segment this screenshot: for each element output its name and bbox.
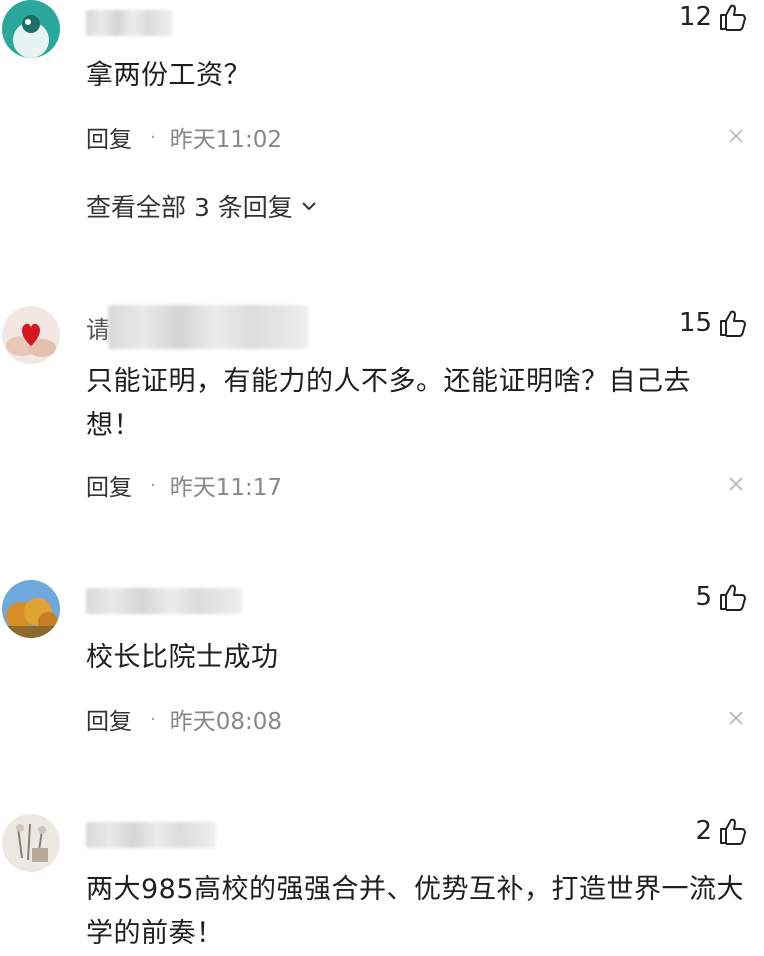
avatar[interactable] [2,580,60,638]
avatar[interactable] [2,306,60,364]
close-icon[interactable] [728,476,744,492]
comment-meta: 回复 · 昨天08:08 [86,702,282,736]
username[interactable] [86,820,216,850]
avatar-image [2,814,60,872]
username[interactable] [86,586,242,616]
comment-item: 请 15 只能证明，有能力的人不多。还能证明啥？自己去想！ 回复 · 昨天11:… [0,300,764,530]
username-blur [86,10,172,36]
thumbs-up-icon [720,4,746,31]
username-blur [86,588,242,614]
view-replies-label: 查看全部 3 条回复 [86,193,293,222]
comment-meta: 回复 · 昨天11:02 [86,120,282,154]
close-icon[interactable] [728,128,744,144]
avatar[interactable] [2,814,60,872]
like-button[interactable]: 2 [695,816,748,846]
avatar-image [2,0,60,58]
like-button[interactable]: 12 [679,2,748,32]
like-count: 2 [695,816,712,846]
avatar-image [2,306,60,364]
like-button[interactable]: 5 [695,582,748,612]
username-visible-text: 请 [86,315,110,344]
avatar-image [2,580,60,638]
view-replies-button[interactable]: 查看全部 3 条回复 [86,188,319,224]
chevron-down-icon [302,202,316,211]
username-blur [108,305,308,349]
username[interactable] [86,8,172,38]
like-count: 5 [695,582,712,612]
reply-button[interactable]: 回复 [86,120,132,154]
username-blur [86,822,216,848]
thumbs-up-icon [720,818,746,845]
meta-separator: · [150,126,156,148]
like-count: 15 [678,308,712,338]
comment-time: 昨天11:02 [169,127,283,153]
comment-text: 只能证明，有能力的人不多。还能证明啥？自己去想！ [86,366,691,441]
like-count: 12 [678,2,712,32]
meta-separator: · [150,474,156,496]
comment-time: 昨天08:08 [169,709,283,735]
reply-button[interactable]: 回复 [86,702,132,736]
comment-item: 2 两大985高校的强强合并、优势互补，打造世界一流大学的前奏！ [0,812,764,956]
comment-meta: 回复 · 昨天11:17 [86,468,282,502]
comment-time: 昨天11:17 [169,475,283,501]
thumbs-up-icon [720,584,746,611]
username[interactable]: 请 [86,305,308,349]
like-button[interactable]: 15 [679,308,748,338]
comment-text: 拿两份工资？ [86,60,251,91]
avatar[interactable] [2,0,60,58]
comment-text: 两大985高校的强强合并、优势互补，打造世界一流大学的前奏！ [86,874,745,949]
comment-item: 5 校长比院士成功 回复 · 昨天08:08 [0,578,764,758]
comment-text: 校长比院士成功 [86,642,279,673]
reply-button[interactable]: 回复 [86,468,132,502]
close-icon[interactable] [728,710,744,726]
meta-separator: · [150,708,156,730]
comment-item: 12 拿两份工资？ 回复 · 昨天11:02 查看全部 3 条回复 [0,0,764,260]
thumbs-up-icon [720,310,746,337]
